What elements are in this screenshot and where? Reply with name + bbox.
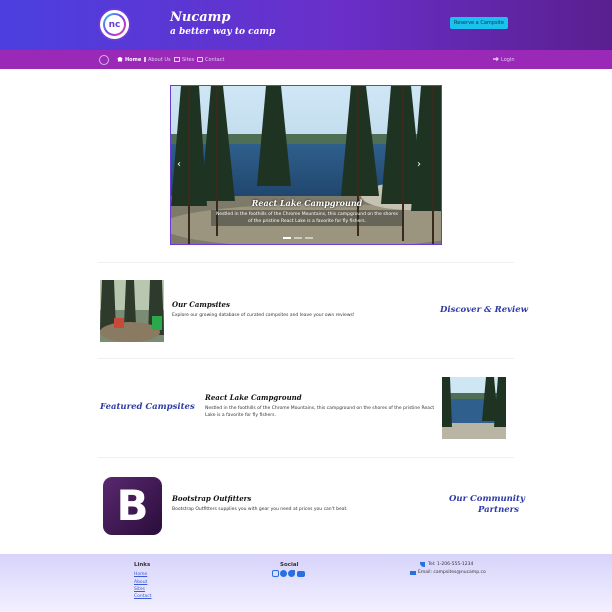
reserve-campsite-button[interactable]: Reserve a Campsite [450,17,508,29]
nav-item-about[interactable]: About Us [144,56,171,64]
bootstrap-logo: B [103,477,162,535]
row-title: Our Campsites [172,300,230,309]
section-label-discover: Discover & Review [440,305,529,315]
featured-campsite-thumbnail [442,377,506,439]
row-text: Bootstrap Outfitters supplies you with g… [172,507,348,512]
carousel-indicator[interactable] [283,237,291,239]
campsites-thumbnail [100,280,164,342]
row-title: React Lake Campground [205,393,302,402]
row-text: Explore our growing database of curated … [172,313,355,318]
carousel-next-icon[interactable]: › [413,158,425,172]
nav-item-sites[interactable]: Sites [174,56,194,64]
footer-link-sites[interactable]: Sites [134,587,145,592]
carousel-prev-icon[interactable]: ‹ [173,158,185,172]
row-text: Nestled in the foothills of the Chrome M… [205,406,435,418]
navbar-logo-icon[interactable] [99,55,109,65]
nucamp-logo[interactable]: nc [98,8,131,41]
footer-link-about[interactable]: About [134,580,147,585]
address-card-icon [197,56,203,62]
footer-email[interactable]: Email: campsites@nucamp.co [418,570,486,575]
row-title: Bootstrap Outfitters [172,494,252,503]
carousel-indicator[interactable] [294,237,302,239]
site-footer [0,554,612,612]
divider [98,457,514,458]
footer-social-heading: Social [280,562,299,568]
nav-item-label: About Us [148,57,171,63]
divider [98,262,514,263]
footer-phone[interactable]: Tel: 1-206-555-1234 [428,562,473,567]
nav-item-label: Contact [205,57,225,63]
nav-item-contact[interactable]: Contact [197,56,224,64]
site-title: Nucamp [170,10,231,25]
instagram-icon[interactable] [272,570,279,577]
footer-links-heading: Links [134,562,151,568]
carousel-indicators [283,237,313,239]
home-icon [117,56,123,62]
carousel-indicator[interactable] [305,237,313,239]
carousel-caption: React Lake Campground Nestled in the foo… [211,198,403,226]
nav-item-home[interactable]: Home [117,56,141,64]
nav-item-label: Sites [182,57,195,63]
phone-icon [420,562,425,567]
carousel-text: Nestled in the foothills of the Chrome M… [211,210,403,226]
youtube-icon[interactable] [297,571,305,577]
info-icon [144,56,146,62]
divider [98,358,514,359]
list-icon [174,56,180,62]
carousel-title: React Lake Campground [251,198,363,208]
navbar: Home About Us Sites Contact Login [0,50,612,69]
site-subtitle: a better way to camp [170,27,276,37]
footer-link-home[interactable]: Home [134,572,147,577]
section-label-community: Our Community [449,494,525,504]
site-header: nc Nucamp a better way to camp Reserve a… [0,0,612,50]
bootstrap-logo-letter: B [116,481,149,530]
nav-item-label: Home [125,57,142,63]
section-label-partners: Partners [478,505,519,515]
twitter-icon[interactable] [288,570,295,577]
sign-in-icon [493,56,499,62]
hero-carousel: ‹ › React Lake Campground Nestled in the… [170,85,442,245]
logo-mark-icon: nc [103,13,126,36]
envelope-icon [410,571,416,575]
facebook-icon[interactable] [280,570,287,577]
footer-link-contact[interactable]: Contact [134,594,152,599]
login-button[interactable]: Login [493,56,515,64]
login-label: Login [501,57,515,63]
section-label-featured: Featured Campsites [100,402,195,412]
